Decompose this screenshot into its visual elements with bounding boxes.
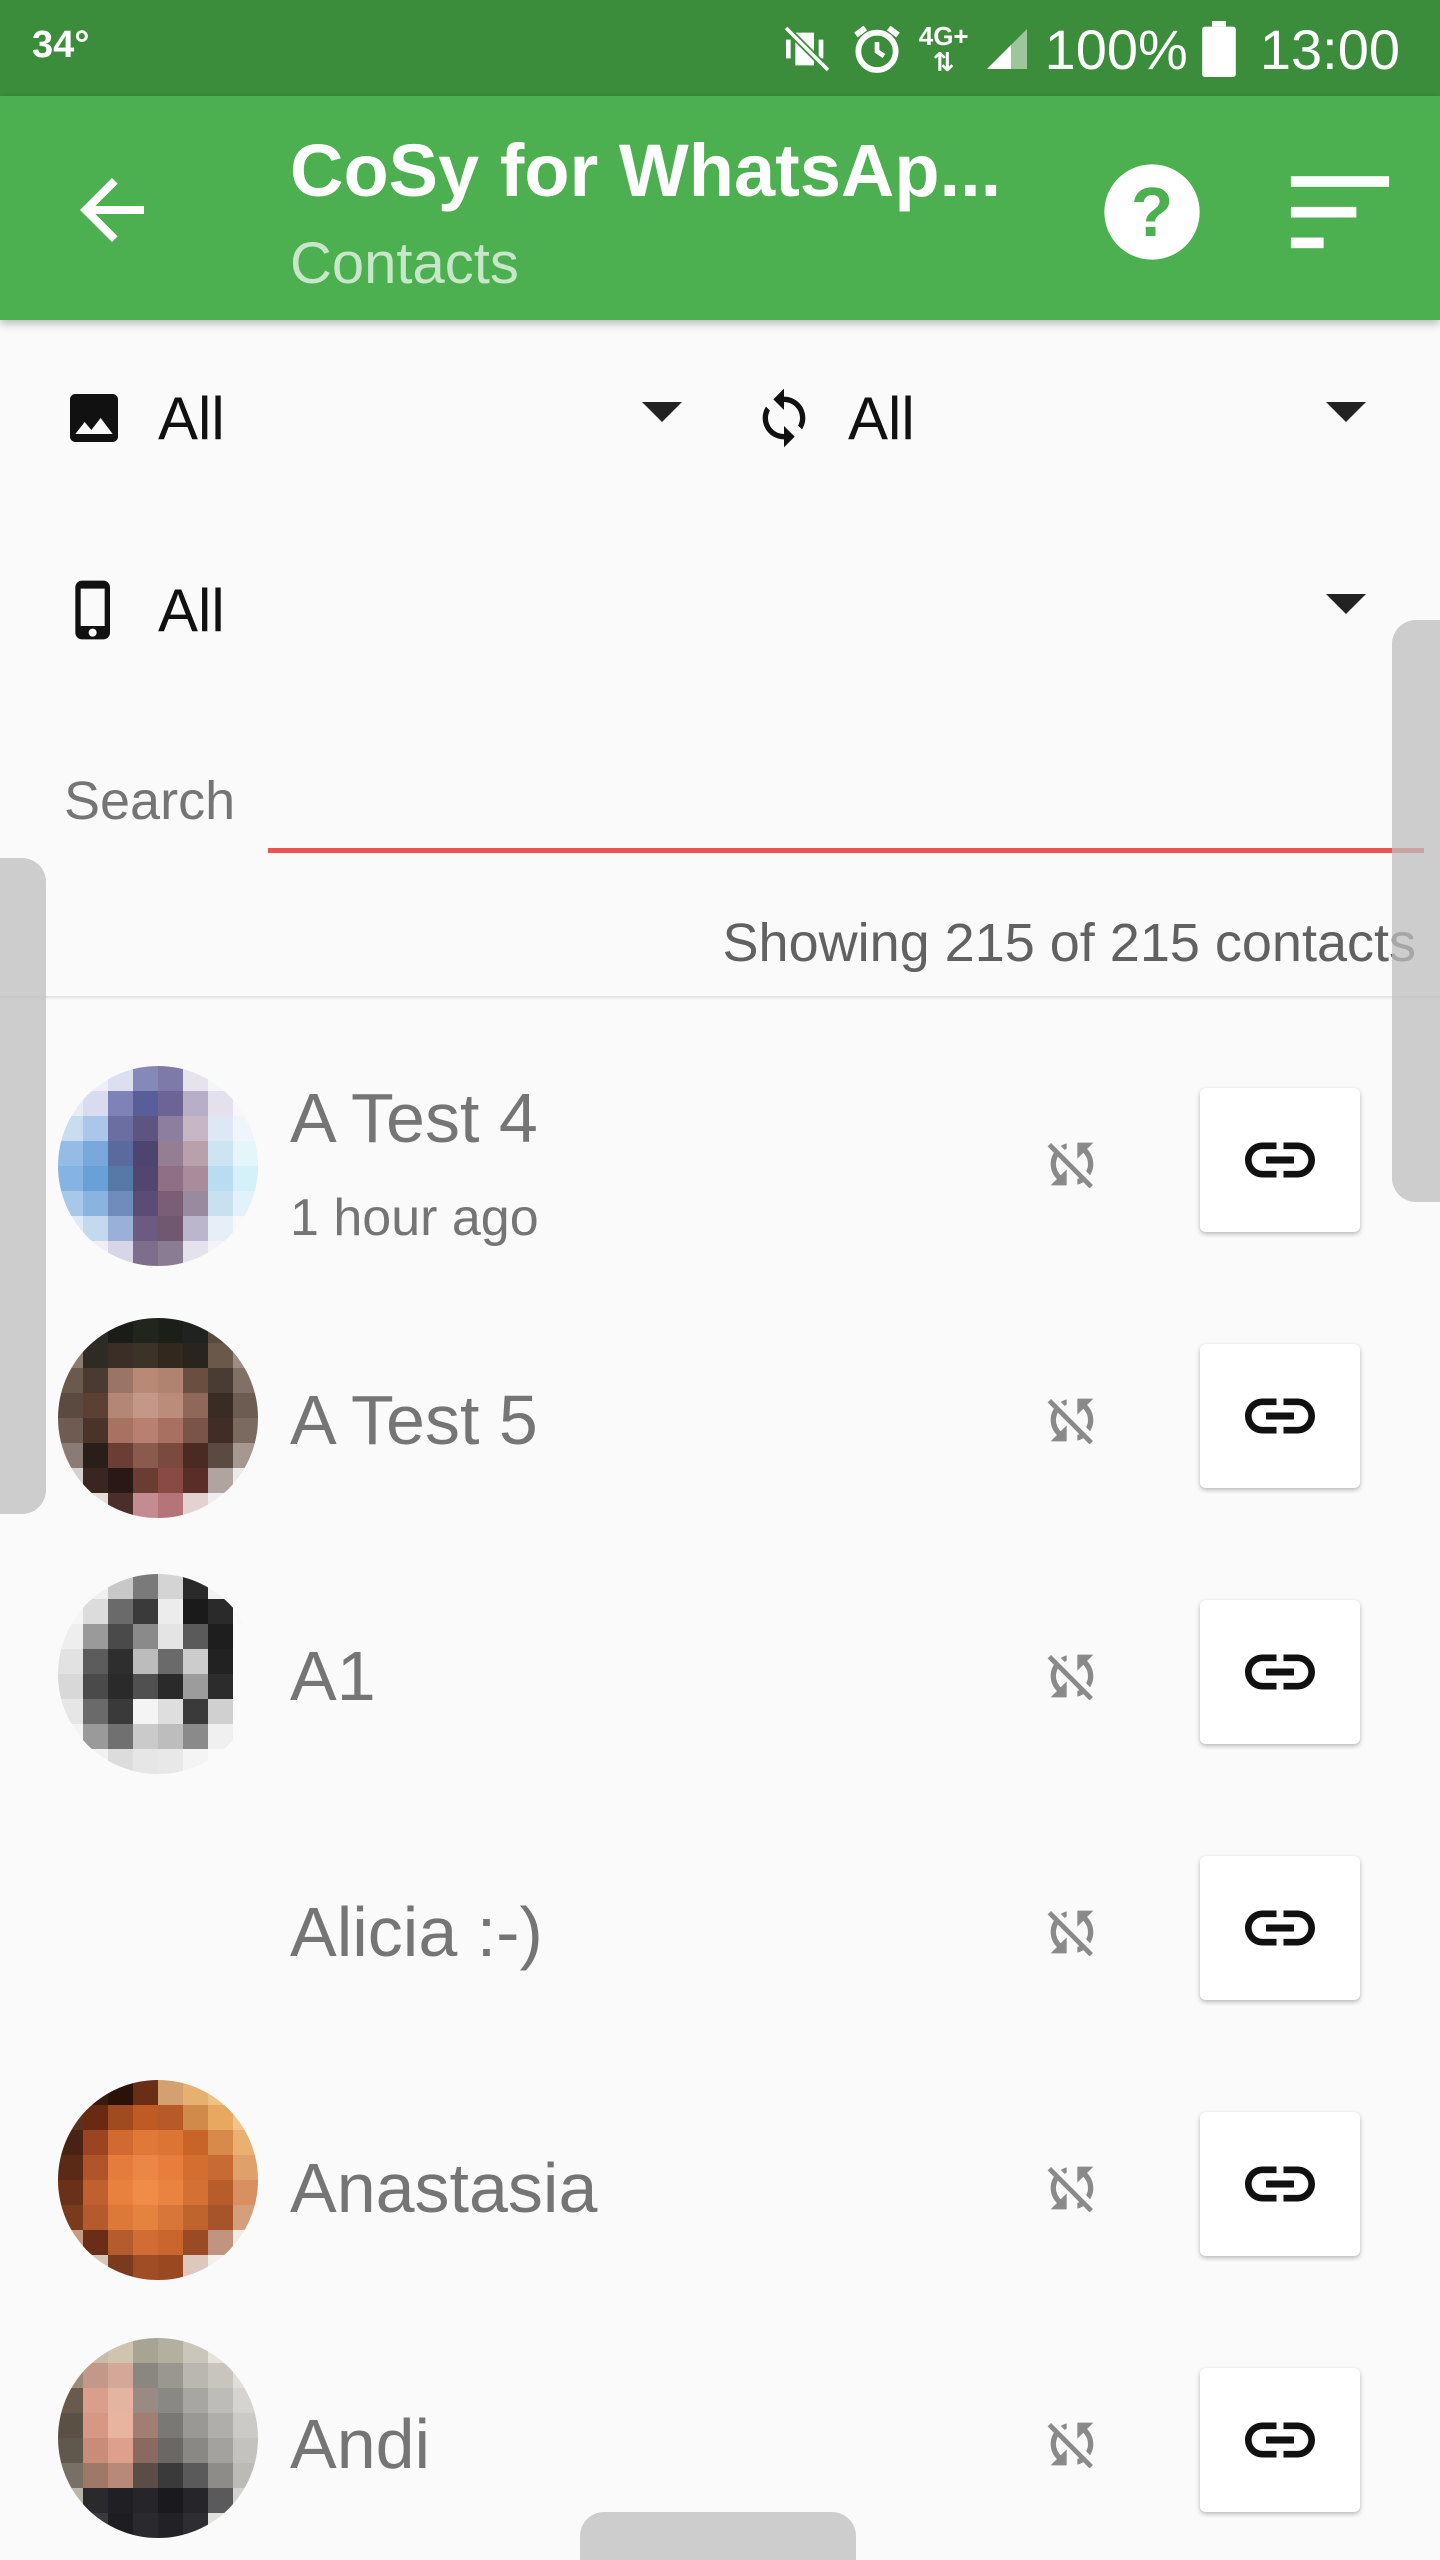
clock: 13:00	[1259, 17, 1400, 81]
app-bar: CoSy for WhatsAp... Contacts ?	[0, 96, 1440, 320]
sync-disabled-icon	[1047, 2166, 1094, 2213]
temperature-text: 34°	[32, 24, 90, 66]
link-icon	[1245, 1398, 1315, 1434]
image-icon	[70, 394, 118, 442]
sync-icon	[762, 388, 806, 448]
left-scrollbar[interactable]	[0, 858, 46, 1514]
avatar	[58, 2080, 258, 2280]
app-subtitle: Contacts	[290, 231, 519, 296]
sort-icon[interactable]	[1290, 168, 1390, 258]
chevron-down-icon	[1326, 402, 1366, 422]
avatar	[58, 1318, 258, 1518]
battery-icon	[1202, 21, 1236, 77]
network-type-text: 4G+	[918, 21, 969, 51]
screen: 34° 4G+ ⇅ 100% 13:00 CoSy for WhatsAp...…	[0, 0, 1440, 2560]
network-indicator: 4G+ ⇅	[919, 23, 969, 75]
contact-row[interactable]: Alicia :-)	[0, 1804, 1440, 2060]
sync-disabled-icon	[1047, 1654, 1094, 1701]
vibrate-mute-icon	[783, 25, 831, 73]
search-input[interactable]: Search	[64, 770, 235, 832]
back-arrow-icon[interactable]	[64, 162, 160, 258]
avatar	[58, 2338, 258, 2538]
photo-filter-dropdown[interactable]: All	[62, 358, 682, 478]
sync-disabled-icon	[1047, 1142, 1094, 1189]
contact-row[interactable]: A Test 4 1 hour ago	[0, 1036, 1440, 1292]
bottom-scrollbar[interactable]	[580, 2512, 856, 2560]
link-icon	[1245, 2166, 1315, 2202]
contact-name: A Test 5	[290, 1381, 538, 1459]
contact-row[interactable]: A1	[0, 1548, 1440, 1804]
app-title: CoSy for WhatsAp...	[290, 129, 1002, 212]
status-bar: 34° 4G+ ⇅ 100% 13:00	[0, 0, 1440, 96]
link-button[interactable]	[1200, 1600, 1360, 1744]
chevron-down-icon	[1326, 594, 1366, 614]
sync-filter-value: All	[848, 384, 915, 452]
signal-icon	[986, 29, 1027, 69]
link-icon	[1245, 2422, 1315, 2458]
link-icon	[1245, 1142, 1315, 1178]
avatar	[58, 1574, 258, 1774]
link-button[interactable]	[1200, 2112, 1360, 2256]
photo-filter-value: All	[158, 384, 225, 452]
alarm-icon	[854, 25, 900, 73]
contact-name: Anastasia	[290, 2149, 598, 2227]
contact-name: Andi	[290, 2405, 431, 2483]
phone-icon	[75, 580, 110, 640]
sync-disabled-icon	[1047, 2422, 1094, 2469]
device-filter-dropdown[interactable]: All	[62, 550, 1366, 670]
device-filter-value: All	[158, 576, 225, 644]
link-button[interactable]	[1200, 2368, 1360, 2512]
sync-disabled-icon	[1047, 1398, 1094, 1445]
link-button[interactable]	[1200, 1088, 1360, 1232]
header-divider	[0, 996, 1440, 1000]
right-scrollbar[interactable]	[1392, 620, 1440, 1202]
avatar	[58, 1066, 258, 1266]
contact-count-text: Showing 215 of 215 contacts	[722, 913, 1416, 973]
sync-disabled-icon	[1047, 1910, 1094, 1957]
contact-last-sync: 1 hour ago	[290, 1189, 539, 1247]
contact-name: Alicia :-)	[290, 1893, 543, 1971]
help-icon[interactable]: ?	[1100, 160, 1204, 264]
search-underline	[268, 848, 1424, 853]
link-button[interactable]	[1200, 1344, 1360, 1488]
battery-percent: 100%	[1044, 17, 1188, 81]
contact-name: A Test 4	[290, 1079, 538, 1157]
contact-row[interactable]: Anastasia	[0, 2060, 1440, 2316]
svg-text:?: ?	[1131, 173, 1173, 251]
data-arrows-icon: ⇅	[932, 47, 955, 77]
link-icon	[1245, 1654, 1315, 1690]
link-button[interactable]	[1200, 1856, 1360, 2000]
link-icon	[1245, 1910, 1315, 1946]
status-icons: 4G+ ⇅ 100% 13:00	[779, 14, 1400, 84]
contact-row[interactable]: A Test 5	[0, 1292, 1440, 1548]
contact-name: A1	[290, 1637, 376, 1715]
sync-filter-dropdown[interactable]: All	[752, 358, 1366, 478]
chevron-down-icon	[642, 402, 682, 422]
